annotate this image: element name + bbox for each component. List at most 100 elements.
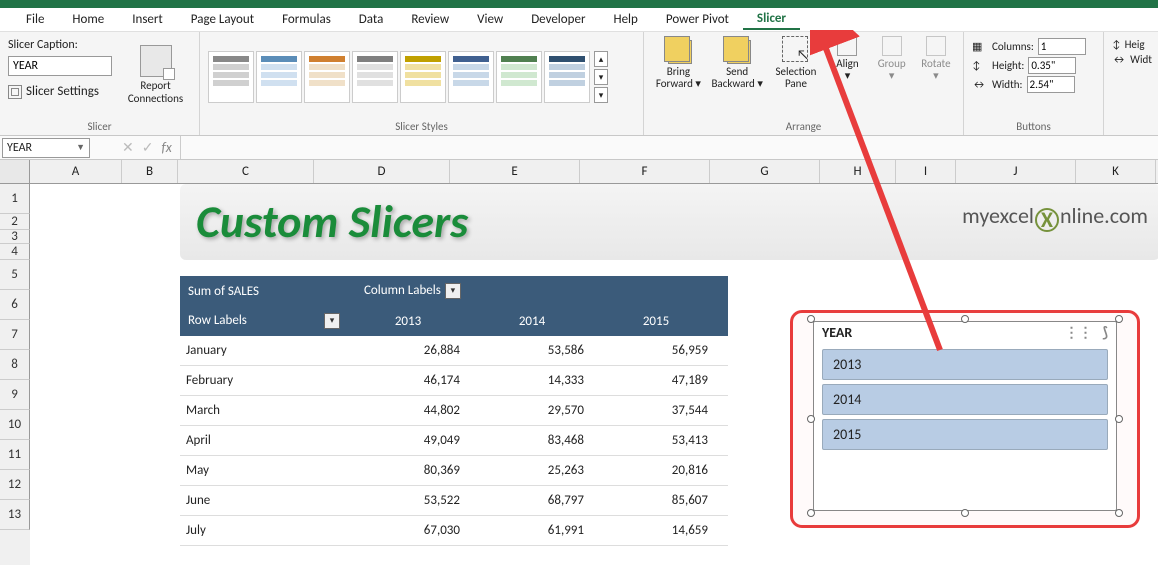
- tab-review[interactable]: Review: [397, 10, 463, 29]
- row-header[interactable]: 8: [0, 350, 30, 380]
- col-header[interactable]: I: [896, 160, 956, 183]
- col-header[interactable]: A: [30, 160, 122, 183]
- col-header[interactable]: J: [956, 160, 1076, 183]
- styles-more[interactable]: ▾: [594, 87, 608, 103]
- col-header[interactable]: H: [820, 160, 896, 183]
- ribbon: Slicer Caption: Slicer Settings Report C…: [0, 32, 1158, 136]
- resize-handle[interactable]: [961, 315, 969, 323]
- columns-input[interactable]: [1038, 38, 1086, 55]
- settings-icon: [8, 85, 22, 99]
- col-header[interactable]: G: [710, 160, 820, 183]
- resize-handle[interactable]: [807, 509, 815, 517]
- bring-forward-button[interactable]: Bring Forward ▾: [652, 36, 705, 90]
- enter-icon[interactable]: ✓: [142, 139, 154, 156]
- row-header[interactable]: 7: [0, 320, 30, 350]
- ribbon-group-slicer: Slicer: [8, 118, 191, 135]
- ribbon-tabs: File Home Insert Page Layout Formulas Da…: [0, 8, 1158, 32]
- col-header[interactable]: E: [450, 160, 580, 183]
- table-row: February46,17414,33347,189: [180, 366, 728, 396]
- multi-select-icon[interactable]: ⋮⋮: [1065, 324, 1093, 341]
- pivot-table: Sum of SALES Column Labels▾ Row Labels▾ …: [180, 276, 728, 546]
- tab-formulas[interactable]: Formulas: [268, 10, 345, 29]
- slicer[interactable]: YEAR ⋮⋮ ⟆ 2013 2014 2015: [813, 321, 1117, 511]
- col-labels-dropdown[interactable]: ▾: [445, 283, 461, 299]
- row-header[interactable]: 2: [0, 214, 30, 230]
- bring-forward-icon: [664, 36, 692, 64]
- pivot-row-labels: Row Labels▾: [180, 313, 356, 329]
- resize-handle[interactable]: [1115, 315, 1123, 323]
- tab-developer[interactable]: Developer: [517, 10, 599, 29]
- slicer-style-8[interactable]: [544, 51, 590, 103]
- select-all-cell[interactable]: [0, 160, 30, 184]
- table-row: July67,03061,99114,659: [180, 516, 728, 546]
- slicer-caption-input[interactable]: [8, 56, 112, 76]
- slicer-item[interactable]: 2014: [822, 384, 1108, 415]
- row-header[interactable]: 12: [0, 470, 30, 500]
- resize-handle[interactable]: [807, 415, 815, 423]
- slicer-style-3[interactable]: [304, 51, 350, 103]
- formula-input[interactable]: [180, 136, 1158, 159]
- styles-scroll-down[interactable]: ▾: [594, 69, 608, 85]
- resize-handle[interactable]: [1115, 415, 1123, 423]
- app-title-bar: [0, 0, 1158, 8]
- slicer-item[interactable]: 2015: [822, 419, 1108, 450]
- row-header[interactable]: 11: [0, 440, 30, 470]
- table-row: June53,52268,79785,607: [180, 486, 728, 516]
- send-backward-button[interactable]: Send Backward ▾: [711, 36, 764, 90]
- row-header[interactable]: 3: [0, 230, 30, 244]
- slicer-style-5[interactable]: [400, 51, 446, 103]
- table-row: March44,80229,57037,544: [180, 396, 728, 426]
- slicer-style-1[interactable]: [208, 51, 254, 103]
- group-icon: [882, 36, 902, 56]
- slicer-style-7[interactable]: [496, 51, 542, 103]
- col-header[interactable]: K: [1076, 160, 1156, 183]
- tab-view[interactable]: View: [463, 10, 517, 29]
- slicer-style-4[interactable]: [352, 51, 398, 103]
- resize-handle[interactable]: [807, 315, 815, 323]
- tab-help[interactable]: Help: [599, 10, 651, 29]
- rotate-icon: [926, 36, 946, 56]
- width-input[interactable]: [1027, 76, 1075, 93]
- name-box[interactable]: YEAR▼: [2, 138, 90, 158]
- tab-file[interactable]: File: [12, 10, 58, 29]
- resize-handle[interactable]: [1115, 509, 1123, 517]
- tab-insert[interactable]: Insert: [118, 10, 177, 29]
- tab-data[interactable]: Data: [345, 10, 398, 29]
- slicer-style-6[interactable]: [448, 51, 494, 103]
- col-header[interactable]: D: [314, 160, 450, 183]
- pivot-year-header: 2013: [356, 314, 480, 329]
- row-header[interactable]: 10: [0, 410, 30, 440]
- selection-pane-button[interactable]: Selection Pane: [770, 36, 823, 90]
- tab-slicer[interactable]: Slicer: [743, 9, 800, 30]
- tab-home[interactable]: Home: [58, 10, 118, 29]
- row-header[interactable]: 1: [0, 184, 30, 214]
- row-header[interactable]: 13: [0, 500, 30, 530]
- tab-power-pivot[interactable]: Power Pivot: [652, 10, 743, 29]
- slicer-selected-outline: YEAR ⋮⋮ ⟆ 2013 2014 2015: [790, 310, 1140, 528]
- row-header[interactable]: 5: [0, 260, 30, 290]
- row-labels-dropdown[interactable]: ▾: [324, 313, 340, 329]
- row-header[interactable]: 4: [0, 244, 30, 260]
- row-header[interactable]: 9: [0, 380, 30, 410]
- formula-bar: YEAR▼ ✕ ✓ fx: [0, 136, 1158, 160]
- col-header[interactable]: B: [122, 160, 178, 183]
- report-connections-button[interactable]: Report Connections: [120, 36, 191, 114]
- tab-page-layout[interactable]: Page Layout: [177, 10, 268, 29]
- group-button[interactable]: Group▾: [873, 36, 911, 82]
- slicer-item[interactable]: 2013: [822, 349, 1108, 380]
- slicer-settings-button[interactable]: Slicer Settings: [8, 84, 112, 99]
- ribbon-group-buttons: Buttons: [972, 118, 1095, 135]
- styles-scroll-up[interactable]: ▴: [594, 51, 608, 67]
- height-input[interactable]: [1028, 57, 1076, 74]
- row-header[interactable]: 6: [0, 290, 30, 320]
- col-header[interactable]: F: [580, 160, 710, 183]
- resize-handle[interactable]: [961, 509, 969, 517]
- rotate-button[interactable]: Rotate▾: [917, 36, 955, 82]
- clear-filter-icon[interactable]: ⟆: [1103, 324, 1108, 341]
- col-header[interactable]: C: [178, 160, 314, 183]
- fx-icon[interactable]: fx: [161, 139, 171, 156]
- pivot-sum-label: Sum of SALES: [180, 284, 356, 299]
- align-button[interactable]: Align▾: [828, 36, 866, 82]
- cancel-icon[interactable]: ✕: [122, 139, 134, 156]
- slicer-style-2[interactable]: [256, 51, 302, 103]
